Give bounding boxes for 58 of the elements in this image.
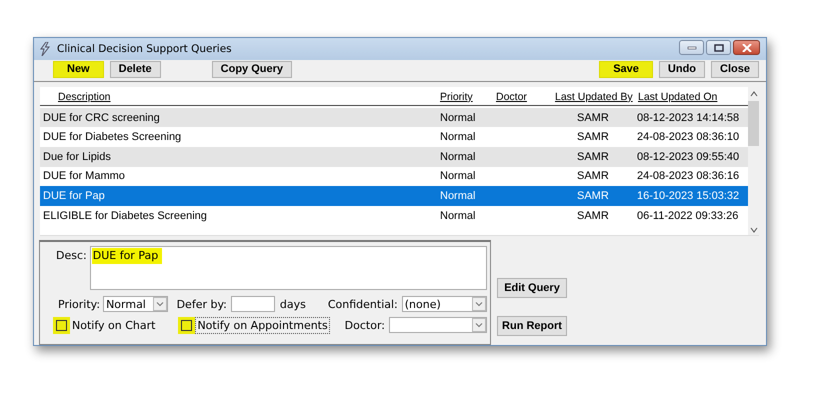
table-cell-text: DUE for Diabetes Screening [42, 131, 182, 144]
table-cell-text: Normal [440, 190, 476, 202]
table-cell-text: DUE for Mammo [42, 170, 126, 182]
table-cell-text: 08-12-2023 14:14:58 [637, 112, 740, 124]
priority-dropdown[interactable]: Normal [103, 296, 168, 312]
table-row[interactable]: DUE for Mammo Normal SAMR 24-08-2023 08:36:16 [40, 166, 748, 186]
confidential-label: Confidential: [328, 298, 398, 310]
checkbox-label[interactable]: Notify on Appointments [195, 316, 330, 334]
description-field[interactable]: DUE for Pap [90, 246, 487, 290]
table-cell-text: 16-10-2023 15:03:32 [637, 190, 740, 202]
description-value: DUE for Pap [92, 248, 162, 264]
table-row[interactable]: DUE for CRC screening Normal SAMR 08-12-2023 14:14:58 [40, 108, 748, 128]
defer-label: Defer by: [176, 298, 227, 310]
table-cell-text: SAMR [576, 150, 610, 163]
action-button[interactable]: Run Report [497, 316, 567, 336]
table-cell-text: DUE for CRC screening [42, 112, 161, 124]
days-label: days [280, 298, 306, 310]
action-button[interactable]: Edit Query [497, 278, 567, 298]
column-header[interactable]: Last Updated By [555, 90, 638, 103]
table-cell-text: 06-11-2022 09:33:26 [637, 210, 740, 222]
toolbar-button[interactable]: Delete [110, 60, 161, 78]
table-cell-text: SAMR [576, 190, 610, 202]
column-header[interactable]: Priority [440, 90, 496, 103]
table-cell-text: 24-08-2023 08:36:16 [637, 170, 740, 182]
table-cell-text: ELIGIBLE for Diabetes Screening [42, 210, 208, 222]
toolbar-button[interactable]: Close [711, 60, 759, 78]
confidential-dropdown[interactable]: (none) [402, 296, 487, 312]
toolbar-button[interactable]: New [53, 60, 104, 78]
table-cell-text: Due for Lipids [42, 150, 112, 163]
priority-label: Priority: [58, 298, 100, 310]
table-cell-text: SAMR [576, 210, 610, 222]
dropdown-value: Normal [106, 298, 146, 310]
dropdown-value: (none) [404, 298, 441, 310]
table-row[interactable]: ELIGIBLE for Diabetes Screening Normal SAMR 06-11-2022 09:33:26 [40, 206, 748, 226]
table-cell-text: 24-08-2023 08:36:10 [637, 131, 740, 144]
toolbar-button[interactable]: Undo [658, 60, 706, 78]
table-cell-text: DUE for Pap [42, 190, 106, 202]
column-header[interactable]: Last Updated On [638, 90, 748, 103]
table-cell-text: Normal [440, 210, 476, 222]
checkbox-label[interactable]: Notify on Chart [70, 316, 158, 334]
table-row[interactable]: Due for Lipids Normal SAMR 08-12-2023 09:55:40 [40, 147, 748, 167]
column-header[interactable]: Description [40, 90, 440, 103]
table-row[interactable]: DUE for Diabetes Screening Normal SAMR 24-08-2023 08:36:10 [40, 127, 748, 148]
table-cell-text: SAMR [576, 131, 610, 144]
column-header[interactable]: Doctor [496, 90, 555, 103]
doctor-label: Doctor: [344, 318, 385, 332]
toolbar-button[interactable]: Save [599, 60, 653, 78]
table-cell-text: Normal [440, 131, 476, 144]
table-cell-text: Normal [440, 170, 476, 182]
table-cell-text: Normal [440, 150, 476, 163]
table-row[interactable]: DUE for Pap Normal SAMR 16-10-2023 15:03:32 [40, 186, 748, 206]
table-cell-text: 08-12-2023 09:55:40 [637, 150, 740, 163]
table-cell-text: Normal [440, 112, 476, 124]
table-cell-text: SAMR [576, 170, 610, 182]
window-title: Clinical Decision Support Queries [57, 42, 232, 55]
desc-label: Desc: [56, 249, 87, 262]
toolbar-button[interactable]: Copy Query [212, 60, 292, 78]
table-cell-text: SAMR [576, 112, 610, 124]
